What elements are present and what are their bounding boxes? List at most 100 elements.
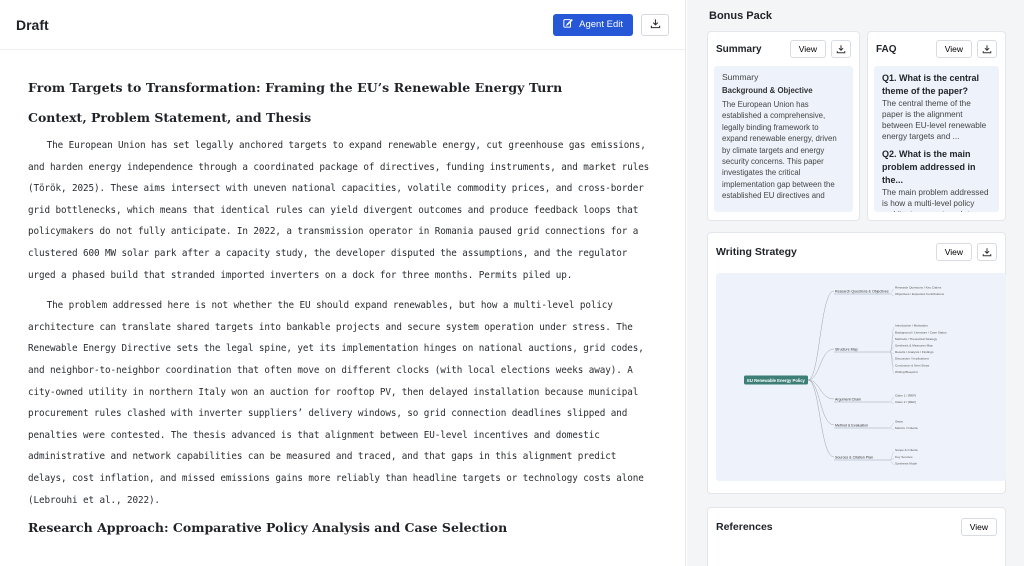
faq-view-button[interactable]: View (935, 40, 972, 58)
mindmap-branch-node: Method & Evaluation (834, 424, 890, 429)
writing-strategy-title: Writing Strategy (716, 246, 797, 258)
edit-icon (563, 18, 574, 31)
mindmap-link (807, 348, 835, 381)
mindmap-leaf-node: Steps (895, 420, 903, 424)
mindmap-leaf-node: Conclusion & Next Steps (895, 363, 930, 367)
mindmap-svg: EU Renewable Energy Policy Research Quest… (744, 286, 947, 466)
download-icon (982, 245, 992, 260)
mindmap-leaf-node: Synthesis Mode (895, 461, 917, 465)
mindmap-preview[interactable]: EU Renewable Energy Policy Research Quest… (716, 273, 1006, 481)
summary-card: Summary View Summary Background & Object… (707, 31, 860, 221)
summary-card-actions: View (789, 40, 851, 58)
mindmap-leaf-node: Results / Analysis / Findings (895, 350, 934, 354)
references-title: References (716, 521, 773, 533)
download-icon (982, 42, 992, 57)
draft-download-button[interactable] (641, 13, 669, 36)
summary-view-button[interactable]: View (789, 40, 826, 58)
references-view-button[interactable]: View (960, 518, 997, 536)
mindmap-link (889, 458, 895, 461)
mindmap-leaf-node: Writing Blueprint (895, 370, 918, 374)
mindmap-leaf-node: Discussion / Implications (895, 357, 929, 361)
mindmap-leaf-node: Key Sources (895, 455, 913, 459)
mindmap-link (807, 379, 835, 426)
summary-card-header: Summary View (716, 38, 851, 60)
mindmap-link (889, 293, 895, 296)
paragraph-2: The problem addressed here is not whethe… (28, 300, 644, 506)
faq-card: FAQ View Q1. What is the central theme o… (867, 31, 1006, 221)
mindmap-leaf-node: Claim 2 / [REF] (895, 400, 916, 404)
document-body[interactable]: From Targets to Transformation: Framing … (0, 50, 685, 535)
references-card: References View (707, 507, 1006, 566)
mindmap-leaf-node: Scope & Criteria (895, 448, 918, 452)
summary-heading: Summary (722, 72, 759, 82)
mindmap-link (889, 459, 895, 466)
strategy-view-button[interactable]: View (935, 243, 972, 261)
mindmap-leaf-node: Claim 1 / [REF] (895, 394, 916, 398)
mindmap-link (889, 451, 895, 461)
faq-answer-2: The main problem addressed is how a mult… (882, 188, 989, 212)
download-icon (650, 17, 661, 32)
writing-strategy-header: Writing Strategy View (716, 241, 997, 263)
summary-subheading: Background & Objective (722, 86, 813, 95)
summary-card-title: Summary (716, 43, 762, 55)
mindmap-branch-node: Structure Map (834, 348, 890, 353)
mindmap-branch-node: Research Questions & Objectives (834, 290, 890, 295)
summary-preview[interactable]: Summary Background & Objective The Europ… (714, 66, 853, 212)
writing-strategy-actions: View (935, 243, 997, 261)
download-icon (836, 42, 846, 57)
paragraph-1: The European Union has set legally ancho… (28, 140, 650, 281)
document-title: From Targets to Transformation: Framing … (28, 80, 563, 95)
writing-strategy-card: Writing Strategy View EU Renewable Energ… (707, 232, 1006, 494)
draft-toolbar: Draft Agent Edit (0, 0, 685, 50)
mindmap-nodes: EU Renewable Energy Policy Research Quest… (744, 286, 947, 465)
mindmap-link (889, 401, 895, 404)
faq-card-title: FAQ (876, 43, 897, 55)
faq-answer-1: The central theme of the paper is the al… (882, 99, 987, 141)
faq-card-header: FAQ View (876, 38, 997, 60)
faq-question-1: Q1. What is the central theme of the pap… (882, 73, 980, 96)
faq-preview[interactable]: Q1. What is the central theme of the pap… (874, 66, 999, 212)
faq-question-2: Q2. What is the main problem addressed i… (882, 149, 976, 185)
agent-edit-label: Agent Edit (579, 19, 623, 30)
bonus-pack-title: Bonus Pack (709, 10, 772, 22)
mindmap-branch-node: Sources & Citation Plan (834, 456, 890, 461)
mindmap-links (807, 289, 895, 466)
app-root: Draft Agent Edit From Targets to Transfo… (0, 0, 1024, 566)
summary-download-button[interactable] (831, 40, 851, 58)
mindmap-link (807, 379, 835, 458)
mindmap-root-node: EU Renewable Energy Policy (744, 375, 808, 385)
toolbar-actions: Agent Edit (553, 13, 669, 36)
mindmap-leaf-node: Methods / Theoretical Strategy (895, 337, 938, 341)
mindmap-link (889, 289, 895, 295)
svg-text:Research Questions & Objective: Research Questions & Objectives (835, 290, 889, 294)
mindmap-branch-node: Argument Chain (834, 398, 890, 403)
mindmap-leaf-node: Background / Literature / Case Status (895, 330, 947, 334)
mindmap-leaf-node: Metrics / Criteria (895, 426, 918, 430)
section-heading-context: Context, Problem Statement, and Thesis (28, 110, 312, 125)
svg-text:EU Renewable Energy Policy: EU Renewable Energy Policy (747, 378, 805, 383)
mindmap-link (889, 327, 895, 353)
mindmap-leaf-node: Introduction / Motivation (895, 324, 928, 328)
faq-download-button[interactable] (977, 40, 997, 58)
mindmap-link (889, 397, 895, 403)
faq-card-actions: View (935, 40, 997, 58)
svg-text:Structure Map: Structure Map (835, 348, 858, 352)
svg-text:Method & Evaluation: Method & Evaluation (835, 424, 868, 428)
mindmap-leaf-node: Synthesis & Measures Map (895, 344, 933, 348)
section-heading-research: Research Approach: Comparative Policy An… (28, 520, 508, 536)
mindmap-leaf-node: Objectives / Expected Contributions (895, 292, 944, 296)
mindmap-link (889, 427, 895, 430)
references-actions: View (960, 518, 997, 536)
svg-text:Argument Chain: Argument Chain (835, 398, 861, 402)
svg-text:Sources & Citation Plan: Sources & Citation Plan (835, 456, 873, 460)
bonus-pack-panel: Bonus Pack Summary View Summary Backgrou… (687, 0, 1024, 566)
draft-title: Draft (16, 16, 49, 33)
agent-edit-button[interactable]: Agent Edit (553, 13, 633, 36)
mindmap-link (807, 290, 835, 381)
references-header: References View (716, 516, 997, 538)
mindmap-link (889, 351, 895, 374)
draft-pane: Draft Agent Edit From Targets to Transfo… (0, 0, 686, 566)
mindmap-leaf-node: Research Questions / Key Claims (895, 286, 942, 290)
summary-text: The European Union has established a com… (722, 100, 837, 201)
strategy-download-button[interactable] (977, 243, 997, 261)
